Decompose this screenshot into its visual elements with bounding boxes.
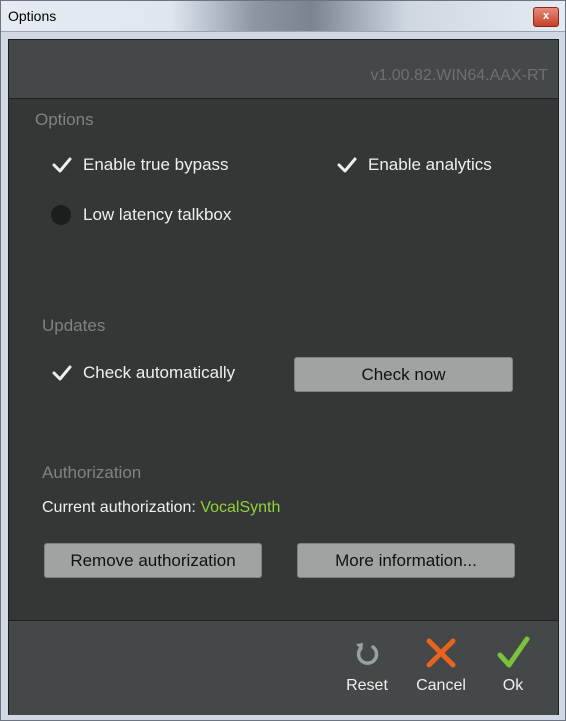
check-automatically-checkbox[interactable]: Check automatically: [51, 361, 235, 385]
checkmark-icon: [51, 362, 73, 384]
check-automatically-label: Check automatically: [83, 363, 236, 382]
checkmark-icon: [336, 154, 358, 176]
reset-icon: [347, 633, 387, 673]
low-latency-talkbox-label: Low latency talkbox: [83, 205, 232, 224]
remove-authorization-button[interactable]: Remove authorization: [44, 543, 262, 578]
reset-label: Reset: [346, 677, 388, 694]
cancel-icon: [421, 633, 461, 673]
reset-button[interactable]: Reset: [339, 633, 395, 695]
current-authorization: Current authorization: VocalSynth: [42, 499, 280, 517]
current-authorization-label: Current authorization:: [42, 499, 201, 516]
updates-section-title: Updates: [42, 316, 106, 335]
authorization-section-title: Authorization: [42, 463, 142, 482]
low-latency-talkbox-checkbox[interactable]: Low latency talkbox: [51, 203, 231, 227]
options-section-title: Options: [35, 110, 94, 129]
more-information-button[interactable]: More information...: [297, 543, 515, 578]
options-window: Options x v1.00.82.WIN64.AAX-RT Options …: [0, 0, 566, 721]
close-button[interactable]: x: [533, 7, 559, 27]
ok-icon: [493, 633, 533, 673]
unchecked-dot-icon: [51, 205, 71, 225]
options-panel: v1.00.82.WIN64.AAX-RT Options Enable tru…: [8, 39, 559, 715]
footer-bar: Reset Cancel Ok: [9, 620, 558, 715]
checkmark-icon: [51, 154, 73, 176]
enable-analytics-checkbox[interactable]: Enable analytics: [336, 153, 492, 177]
header-bar: v1.00.82.WIN64.AAX-RT: [9, 40, 558, 99]
title-bar[interactable]: Options x: [1, 1, 565, 32]
enable-true-bypass-label: Enable true bypass: [83, 155, 229, 174]
enable-true-bypass-checkbox[interactable]: Enable true bypass: [51, 153, 229, 177]
check-now-button[interactable]: Check now: [294, 357, 513, 392]
close-icon: x: [542, 10, 550, 22]
current-authorization-value: VocalSynth: [200, 499, 281, 516]
ok-label: Ok: [502, 677, 524, 694]
cancel-label: Cancel: [416, 677, 466, 694]
enable-analytics-label: Enable analytics: [368, 155, 492, 174]
cancel-button[interactable]: Cancel: [403, 633, 479, 695]
window-title: Options: [8, 8, 57, 24]
ok-button[interactable]: Ok: [488, 633, 538, 695]
version-label: v1.00.82.WIN64.AAX-RT: [370, 67, 548, 84]
